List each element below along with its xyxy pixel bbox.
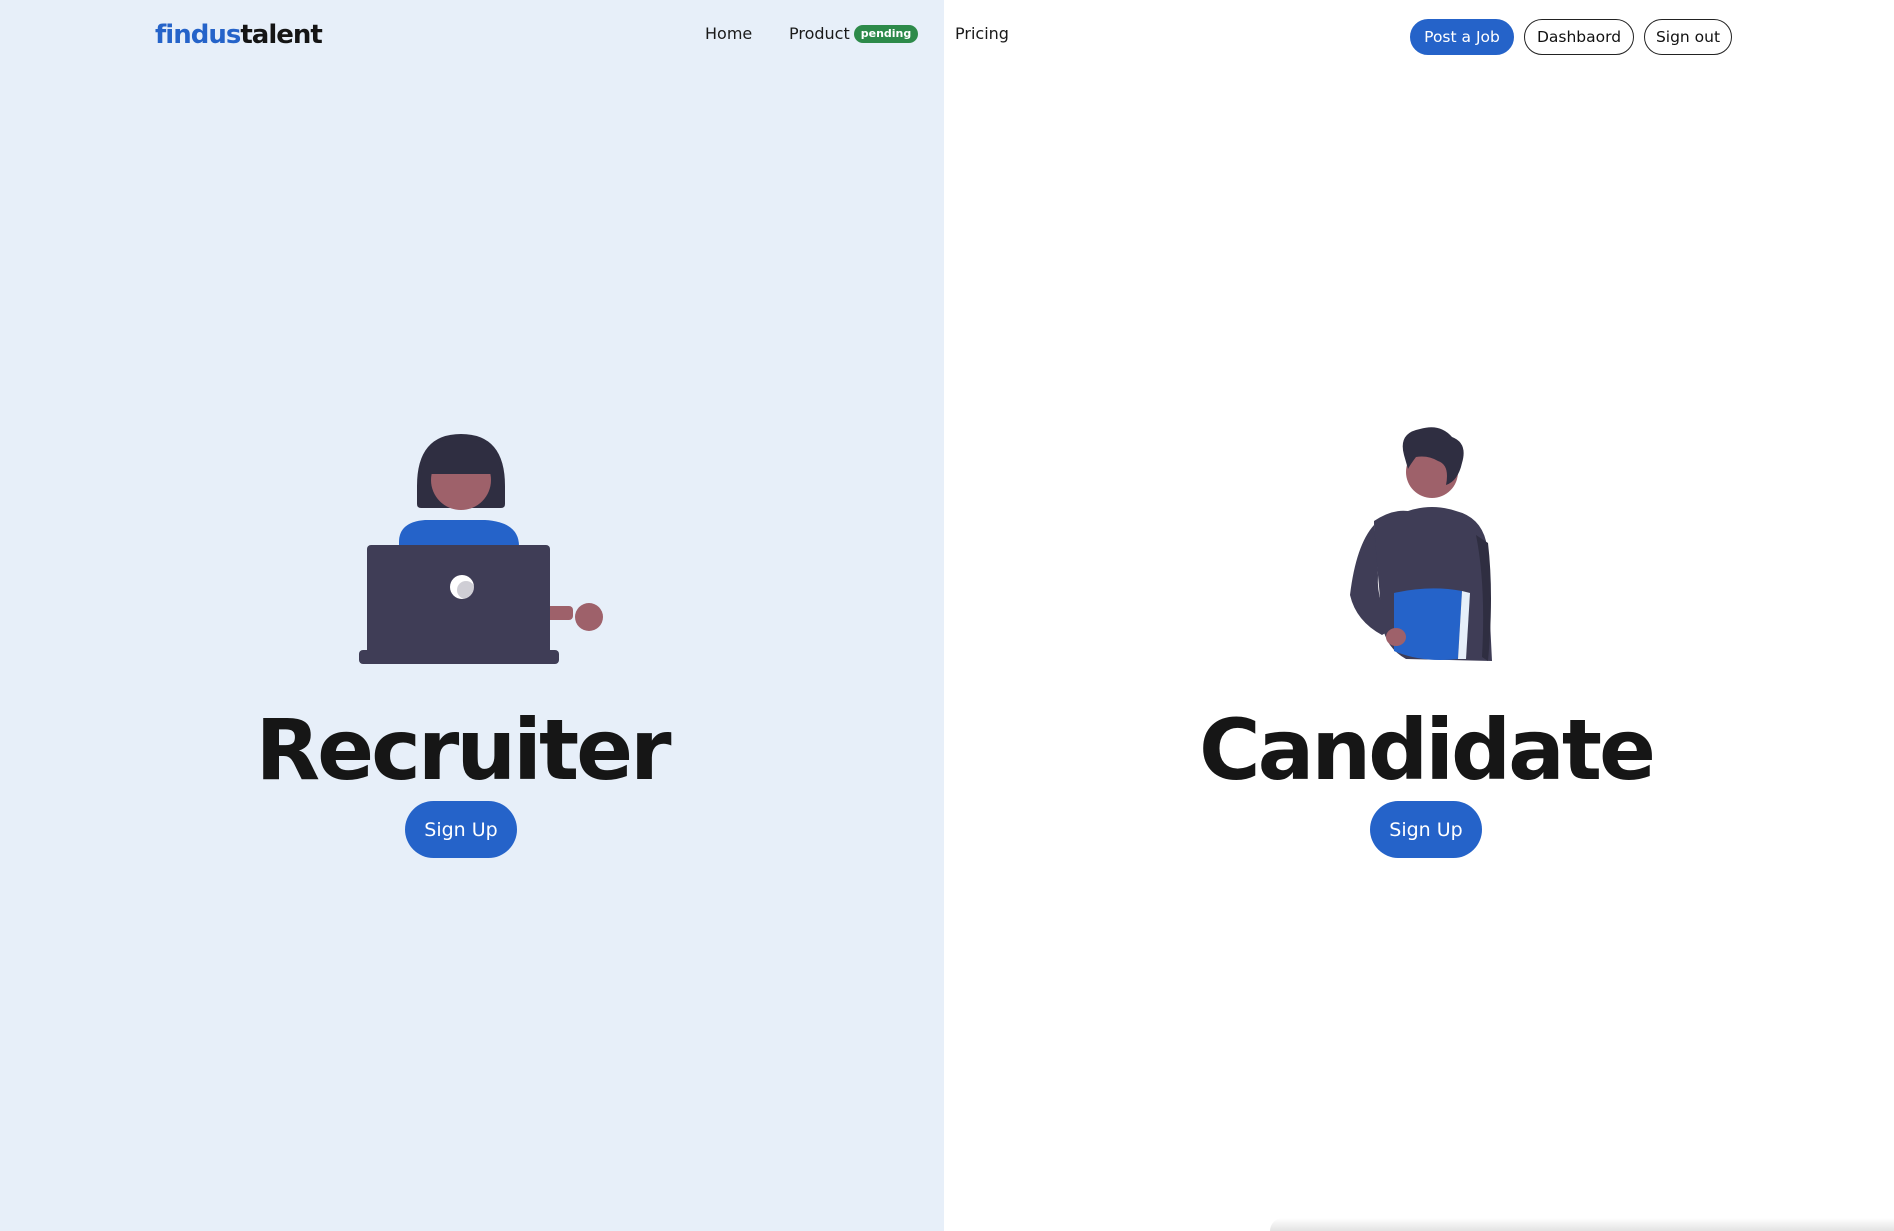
nav-pricing-link[interactable]: Pricing [955,24,1009,43]
nav-product-label: Product [789,24,850,43]
post-job-button[interactable]: Post a Job [1410,19,1514,55]
logo-part-talent: talent [240,20,322,50]
candidate-title: Candidate [1199,701,1656,799]
recruiter-illustration [355,430,605,665]
logo-part-findus: findus [155,20,241,50]
candidate-illustration [1336,425,1501,665]
logo[interactable]: findus talent [155,20,323,50]
recruiter-title: Recruiter [255,701,671,799]
recruiter-sign-up-button[interactable]: Sign Up [405,801,517,858]
dashboard-button[interactable]: Dashbaord [1524,19,1634,55]
nav-home-link[interactable]: Home [705,24,752,43]
sign-out-button[interactable]: Sign out [1644,19,1732,55]
pending-badge: pending [853,24,919,43]
candidate-sign-up-button[interactable]: Sign Up [1370,801,1482,858]
bottom-edge-shadow [1270,1218,1894,1231]
nav-product-link[interactable]: Product pending [789,24,919,43]
